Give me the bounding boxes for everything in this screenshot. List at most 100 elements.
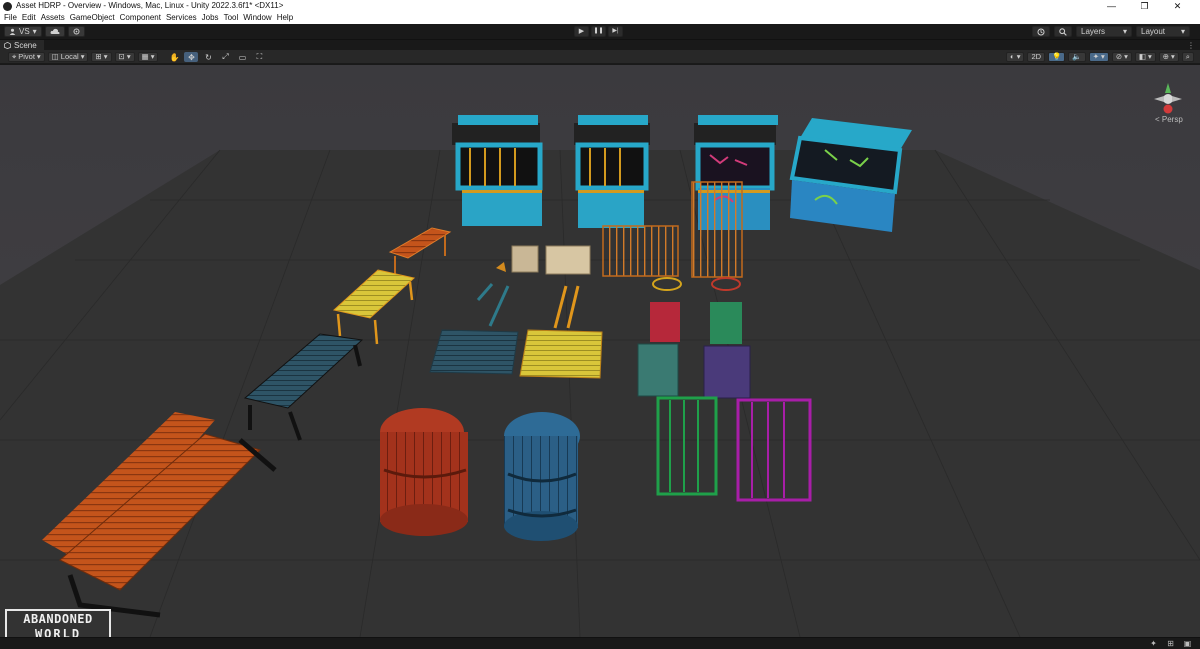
gizmo-center[interactable] (1163, 94, 1173, 104)
chevron-down-icon: ▾ (80, 52, 85, 61)
lighting-toggle[interactable]: 💡 (1048, 52, 1066, 62)
pivot-label: Pivot (18, 52, 35, 61)
kiosk-2 (574, 115, 650, 228)
menu-file[interactable]: File (3, 12, 21, 24)
menu-help[interactable]: Help (276, 12, 297, 24)
cache-server-icon[interactable]: ▣ (1183, 640, 1192, 648)
ruler-icon: ▦ (141, 52, 149, 61)
fence-panel-2 (691, 181, 743, 278)
menu-jobs[interactable]: Jobs (201, 12, 223, 24)
cloud-icon (50, 28, 60, 34)
logo-line2: WORLD (34, 627, 82, 637)
gizmo-x-axis[interactable] (1154, 96, 1164, 102)
menu-tool[interactable]: Tool (223, 12, 243, 24)
maximize-button[interactable]: ❐ (1128, 0, 1161, 12)
local-space-icon: ◫ (51, 52, 59, 61)
progress-icon[interactable]: ✦ (1149, 640, 1158, 648)
history-icon (1037, 27, 1045, 36)
chevron-down-icon: ▾ (1122, 27, 1127, 36)
chevron-down-icon: ▾ (1180, 27, 1185, 36)
search-button[interactable] (1054, 26, 1072, 37)
play-button[interactable]: ▶ (574, 26, 589, 37)
lightbulb-icon: 💡 (1052, 52, 1062, 61)
pivot-icon: ⌖ (12, 52, 17, 61)
gizmos-icon: ⊕ (1162, 52, 1170, 61)
menu-edit[interactable]: Edit (21, 12, 40, 24)
pause-button[interactable]: ❚❚ (591, 26, 606, 37)
local-label: Local (60, 52, 79, 61)
main-toolbar: VS ▾ ▶ ❚❚ ▶| Layers ▾ Layout ▾ (0, 24, 1200, 39)
abandoned-world-logo: ABANDONED WORLD (5, 609, 111, 637)
gizmo-y-axis[interactable] (1165, 83, 1171, 93)
undo-history-button[interactable] (1032, 26, 1050, 37)
increment-snap-icon: ⊡ (118, 52, 125, 61)
move-tool-button[interactable]: ✥ (184, 52, 199, 62)
transform-icon: ⛶ (256, 52, 263, 61)
account-label: VS (19, 27, 30, 36)
gizmos-dropdown[interactable]: ⊕ ▾ (1158, 52, 1179, 62)
account-dropdown[interactable]: VS ▾ (4, 26, 42, 37)
close-button[interactable]: ✕ (1161, 0, 1194, 12)
kiosk-1 (452, 115, 543, 226)
chevron-down-icon: ▾ (36, 52, 41, 61)
ruler-dropdown[interactable]: ▦ ▾ (137, 52, 159, 62)
scene-toolbar: ⌖ Pivot ▾ ◫ Local ▾ ⊞ ▾ ⊡ ▾ ▦ ▾ ✋ ✥ ↻ ⤢ ▭ ⛶… (0, 50, 1200, 64)
chevron-down-icon: ▾ (150, 52, 155, 61)
scale-tool-button[interactable]: ⤢ (218, 52, 232, 62)
rect-tool-button[interactable]: ▭ (235, 52, 249, 62)
menu-gameobject[interactable]: GameObject (69, 12, 119, 24)
layout-dropdown[interactable]: Layout ▾ (1136, 26, 1190, 37)
gizmo-x-axis-neg[interactable] (1172, 96, 1182, 102)
grid-snapping-dropdown[interactable]: ⊞ ▾ (91, 52, 112, 62)
scene-icon (4, 42, 11, 49)
chevron-down-icon: ▾ (1171, 52, 1175, 61)
collab-button[interactable] (67, 26, 85, 37)
chevron-down-icon: ▾ (1016, 52, 1021, 61)
audio-toggle[interactable]: 🔈 (1068, 52, 1086, 62)
title-bar: Asset HDRP - Overview - Windows, Mac, Li… (0, 0, 1200, 12)
account-icon (9, 28, 16, 35)
cloud-button[interactable] (44, 26, 65, 37)
draw-mode-dropdown[interactable]: ◐ ▾ (1006, 52, 1025, 62)
rotate-icon: ↻ (205, 52, 212, 62)
scene-viewport[interactable]: < Persp ABANDONED WORLD (0, 65, 1200, 637)
minimize-button[interactable]: — (1095, 0, 1128, 12)
effects-icon: ✦ (1092, 52, 1100, 61)
fence-panel-1 (602, 225, 679, 277)
gizmo-z-axis[interactable] (1163, 104, 1173, 114)
effects-dropdown[interactable]: ✦ ▾ (1088, 52, 1109, 62)
play-icon: ▶ (578, 28, 585, 35)
network-icon[interactable]: ⊞ (1166, 640, 1175, 648)
grid-snap-icon: ⊞ (95, 52, 102, 61)
scene-search-button[interactable]: ⌕ (1181, 52, 1194, 62)
dumpster-purple (703, 345, 751, 399)
transform-tool-button[interactable]: ⛶ (252, 52, 266, 62)
eye-off-icon: ⊘ (1115, 52, 1123, 61)
projection-label[interactable]: < Persp (1155, 115, 1183, 124)
menu-component[interactable]: Component (119, 12, 165, 24)
local-dropdown[interactable]: ◫ Local ▾ (47, 52, 89, 62)
increment-snap-dropdown[interactable]: ⊡ ▾ (114, 52, 135, 62)
audio-icon: 🔈 (1072, 52, 1082, 61)
pause-icon: ❚❚ (593, 28, 604, 34)
layers-dropdown[interactable]: Layers ▾ (1076, 26, 1132, 37)
menu-window[interactable]: Window (242, 12, 275, 24)
rotate-tool-button[interactable]: ↻ (201, 52, 215, 62)
hidden-objects-toggle[interactable]: ⊘ ▾ (1111, 52, 1132, 62)
scene-render (0, 65, 1200, 637)
play-controls: ▶ ❚❚ ▶| (574, 26, 623, 37)
chevron-down-icon: ▾ (126, 52, 131, 61)
tab-scene-label: Scene (14, 41, 37, 50)
hand-tool-button[interactable]: ✋ (167, 52, 181, 62)
layers-label: Layers (1081, 27, 1106, 36)
camera-dropdown[interactable]: ◧ ▾ (1134, 52, 1156, 62)
chevron-down-icon: ▾ (1124, 52, 1128, 61)
rect-icon: ▭ (238, 52, 247, 62)
toggle-2d-button[interactable]: 2D (1027, 52, 1046, 62)
step-button[interactable]: ▶| (608, 26, 623, 37)
menu-assets[interactable]: Assets (40, 12, 69, 24)
dumpster-teal (637, 343, 679, 397)
tab-bar: Scene ⋮ (0, 39, 1200, 51)
menu-services[interactable]: Services (165, 12, 201, 24)
pivot-dropdown[interactable]: ⌖ Pivot ▾ (8, 52, 45, 62)
